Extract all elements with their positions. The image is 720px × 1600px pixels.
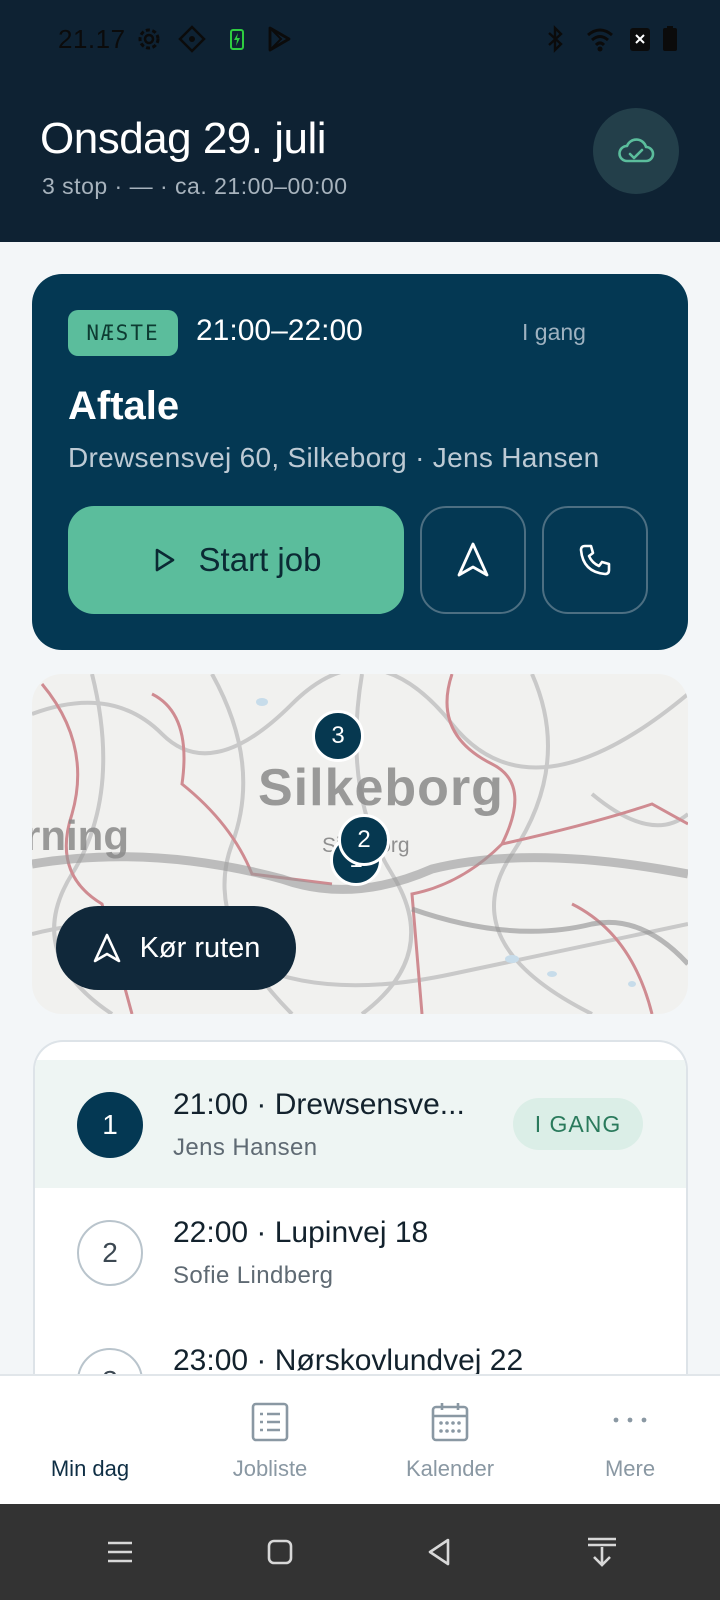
status-time: 21.17: [58, 24, 126, 54]
back-icon[interactable]: [420, 1532, 460, 1572]
map-city-label: Silkeborg: [258, 759, 504, 817]
crosshair-icon: [178, 25, 206, 53]
stop-title: 23:00 · Nørskovlundvej 22: [173, 1344, 524, 1377]
list-icon: [251, 1402, 289, 1442]
page-title: Onsdag 29. juli: [40, 114, 327, 163]
nav-label: Min dag: [50, 1456, 130, 1481]
menu-icon[interactable]: [100, 1532, 140, 1572]
status-badge: I GANG: [513, 1098, 643, 1150]
phone-icon: [579, 544, 611, 576]
system-navigation-bar: [0, 1504, 720, 1600]
more-dots-icon: [613, 1417, 647, 1423]
start-job-label: Start job: [198, 541, 322, 578]
next-stop-time: 21:00–22:00: [196, 314, 363, 347]
no-sim-icon: [630, 28, 650, 51]
route-map[interactable]: Silkeborg rning Silkeborg 3 1 2 Kør rute…: [32, 674, 688, 1014]
nav-min-dag[interactable]: Min dag: [0, 1376, 180, 1506]
stop-list: 1 21:00 · Drewsensve... Jens Hansen I GA…: [33, 1040, 688, 1380]
home-icon[interactable]: [260, 1532, 300, 1572]
map-pin-3[interactable]: 3: [312, 710, 364, 762]
nav-kalender[interactable]: Kalender: [360, 1376, 540, 1506]
stop-number: 2: [77, 1220, 143, 1286]
navigation-arrow-icon: [457, 542, 489, 577]
stop-title: 22:00 · Lupinvej 18: [173, 1216, 429, 1249]
battery-saver-icon: [230, 29, 244, 50]
status-bar: 21.17: [0, 0, 720, 80]
nav-jobliste[interactable]: Jobliste: [180, 1376, 360, 1506]
navigate-button[interactable]: [420, 506, 526, 614]
list-item[interactable]: 1 21:00 · Drewsensve... Jens Hansen I GA…: [35, 1060, 686, 1188]
nav-label: Jobliste: [232, 1456, 308, 1481]
call-button[interactable]: [542, 506, 648, 614]
next-stop-address: Drewsensvej 60, Silkeborg · Jens Hansen: [68, 442, 600, 473]
stop-customer: Jens Hansen: [173, 1134, 318, 1161]
sync-button[interactable]: [593, 108, 679, 194]
start-job-button[interactable]: Start job: [68, 506, 404, 614]
notification-pull-icon[interactable]: [582, 1532, 622, 1572]
settings-icon: [138, 28, 160, 50]
map-town-label: rning: [32, 812, 129, 859]
bluetooth-icon: [548, 25, 563, 53]
cloud-check-icon: [618, 138, 655, 163]
nav-mere[interactable]: Mere: [540, 1376, 720, 1506]
stop-customer: Sofie Lindberg: [173, 1262, 334, 1289]
next-stop-card: NÆSTE 21:00–22:00 I gang Aftale Drewsens…: [32, 274, 688, 650]
navigation-arrow-icon: [93, 933, 120, 963]
page-subtitle: 3 stop · — · ca. 21:00–00:00: [42, 173, 348, 199]
nav-label: Mere: [604, 1456, 656, 1481]
next-stop-status: I gang: [522, 319, 586, 345]
drive-route-label: Kør ruten: [139, 931, 261, 964]
next-stop-title: Aftale: [68, 384, 180, 428]
app-header: 21.17 Onsdag 29. juli 3 stop · — · ca. 2…: [0, 0, 720, 242]
play-store-icon: [268, 26, 291, 52]
next-badge: NÆSTE: [68, 310, 178, 356]
map-pin-2[interactable]: 2: [338, 814, 390, 866]
list-item[interactable]: 2 22:00 · Lupinvej 18 Sofie Lindberg: [35, 1188, 686, 1316]
wifi-icon: [587, 28, 613, 52]
battery-icon: [663, 26, 677, 51]
stop-number: 1: [77, 1092, 143, 1158]
nav-label: Kalender: [405, 1456, 495, 1481]
drive-route-button[interactable]: Kør ruten: [56, 906, 296, 990]
play-icon: [155, 548, 174, 572]
list-item[interactable]: 3 23:00 · Nørskovlundvej 22: [35, 1316, 686, 1380]
calendar-icon: [431, 1403, 469, 1442]
bottom-navigation: Min dag Jobliste Kalender Mere: [0, 1374, 720, 1504]
stop-title: 21:00 · Drewsensve...: [173, 1088, 465, 1121]
